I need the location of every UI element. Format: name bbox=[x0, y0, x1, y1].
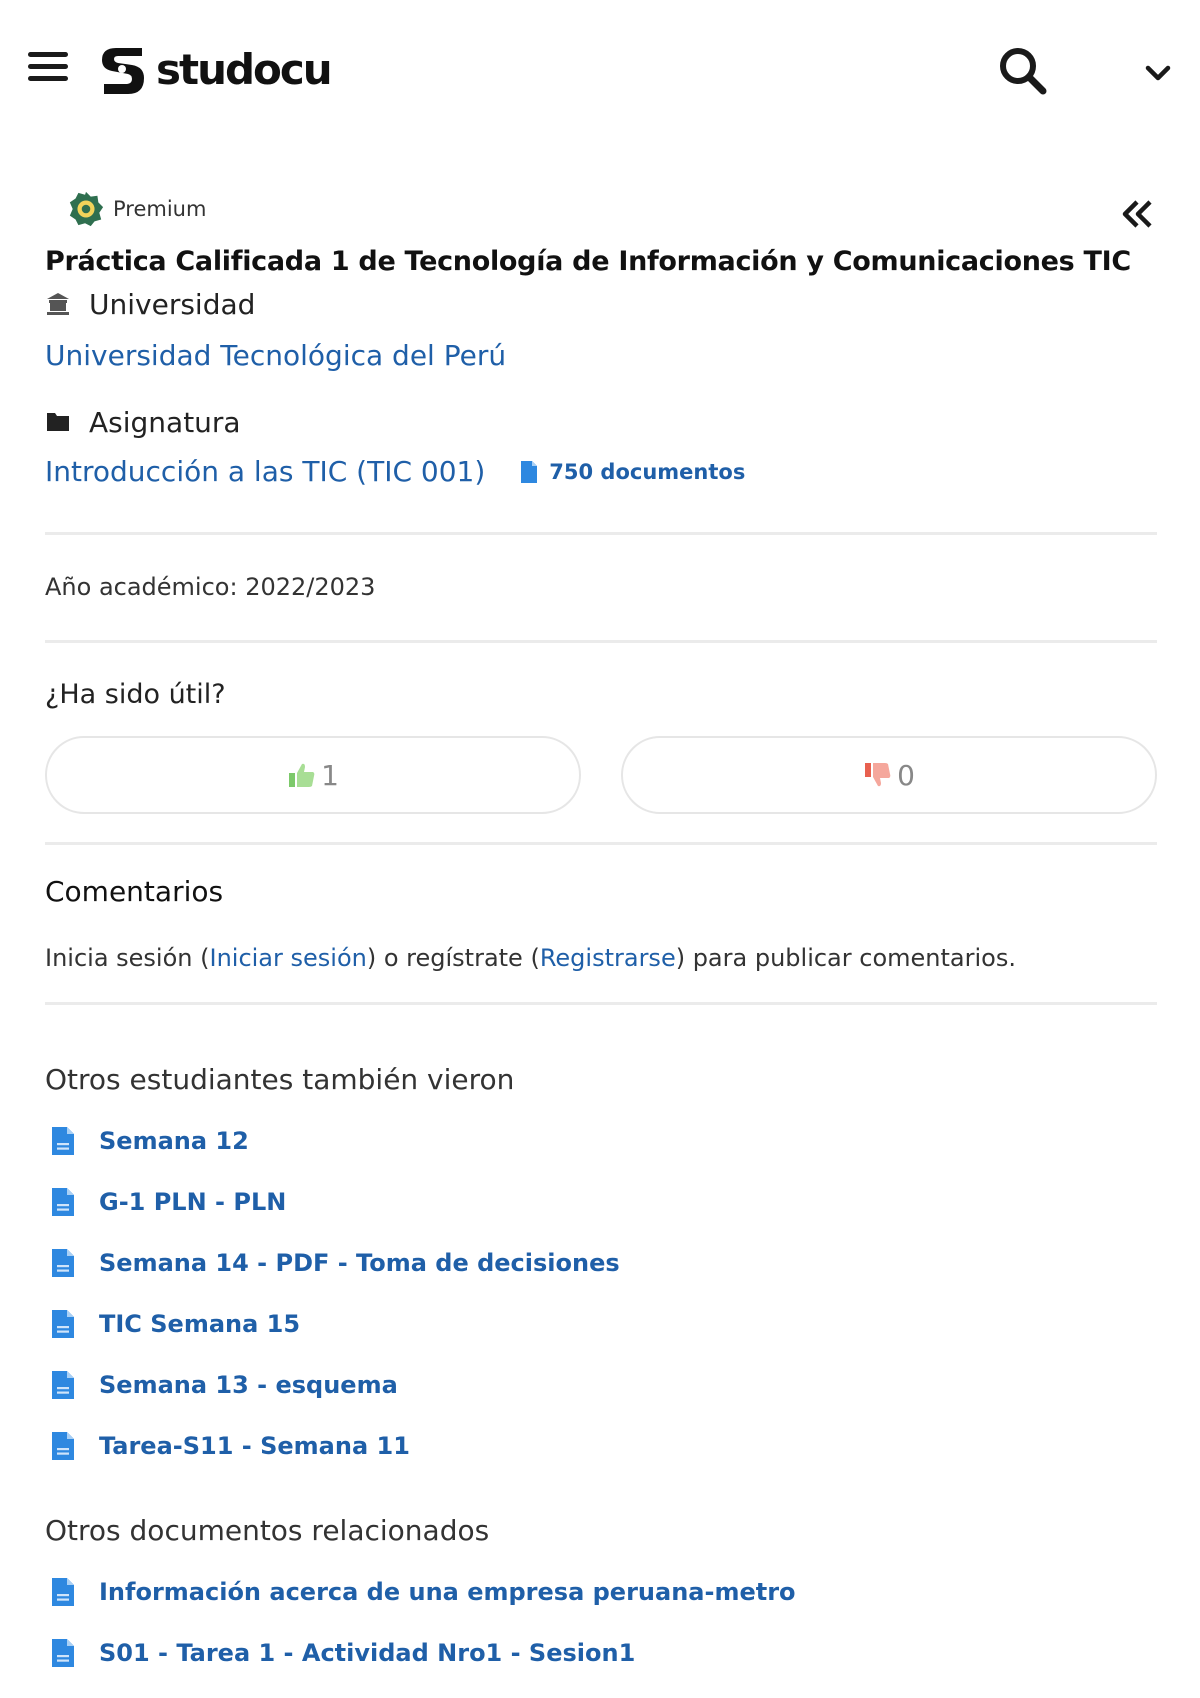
document-icon bbox=[52, 1638, 74, 1667]
divider bbox=[45, 842, 1157, 845]
university-label-row: Universidad bbox=[45, 282, 1157, 326]
list-item[interactable]: Tarea-S11 - Semana 11 bbox=[45, 1415, 1157, 1476]
brand-name: studocu bbox=[156, 44, 333, 94]
register-link[interactable]: Registrarse bbox=[540, 944, 676, 972]
thumbs-up-icon bbox=[289, 763, 315, 787]
login-link[interactable]: Iniciar sesión bbox=[209, 944, 366, 972]
comments-heading: Comentarios bbox=[45, 875, 224, 908]
helpful-question: ¿Ha sido útil? bbox=[45, 679, 226, 710]
collapse-sidebar-button[interactable] bbox=[1117, 194, 1157, 234]
divider bbox=[45, 1002, 1157, 1005]
double-chevron-left-icon bbox=[1122, 200, 1152, 228]
also-viewed-heading: Otros estudiantes también vieron bbox=[45, 1063, 515, 1096]
also-viewed-list: Semana 12 G-1 PLN - PLN Semana 14 - PDF … bbox=[45, 1110, 1157, 1476]
premium-row: Premium bbox=[45, 180, 1157, 242]
search-icon bbox=[1000, 48, 1047, 95]
like-button[interactable]: 1 bbox=[45, 736, 581, 814]
folder-icon bbox=[47, 413, 69, 431]
premium-label: Premium bbox=[113, 197, 207, 221]
vote-row: 1 0 bbox=[45, 736, 1157, 814]
like-count: 1 bbox=[321, 758, 339, 792]
list-item[interactable]: Información acerca de una empresa peruan… bbox=[45, 1561, 1157, 1622]
list-item[interactable]: Semana 14 - PDF - Toma de decisiones bbox=[45, 1232, 1157, 1293]
search-button[interactable] bbox=[996, 44, 1050, 98]
list-item[interactable]: G-1 PLN - PLN bbox=[45, 1171, 1157, 1232]
university-label: Universidad bbox=[89, 287, 256, 321]
document-icon bbox=[52, 1126, 74, 1155]
hamburger-menu-button[interactable] bbox=[28, 52, 68, 88]
list-item[interactable]: S01 - Tarea 1 - Actividad Nro1 - Sesion1 bbox=[45, 1622, 1157, 1683]
dislike-button[interactable]: 0 bbox=[621, 736, 1157, 814]
document-icon bbox=[52, 1370, 74, 1399]
course-label-row: Asignatura bbox=[45, 400, 1157, 444]
dislike-count: 0 bbox=[897, 758, 915, 792]
comments-login-prompt: Inicia sesión (Iniciar sesión) o regístr… bbox=[45, 944, 1016, 972]
document-icon bbox=[52, 1248, 74, 1277]
institution-icon bbox=[47, 293, 69, 315]
related-list: Información acerca de una empresa peruan… bbox=[45, 1561, 1157, 1683]
top-header: studocu bbox=[0, 0, 1200, 140]
document-icon bbox=[521, 461, 538, 483]
studocu-logo[interactable]: studocu bbox=[92, 38, 333, 100]
university-link[interactable]: Universidad Tecnológica del Perú bbox=[45, 332, 1157, 380]
list-item[interactable]: Semana 13 - esquema bbox=[45, 1354, 1157, 1415]
studocu-logo-icon bbox=[102, 48, 144, 94]
chevron-down-icon bbox=[1145, 65, 1171, 81]
document-icon bbox=[52, 1577, 74, 1606]
premium-badge: Premium bbox=[67, 190, 206, 228]
academic-year: Año académico: 2022/2023 bbox=[45, 573, 376, 601]
document-icon bbox=[52, 1187, 74, 1216]
course-doc-count-text: 750 documentos bbox=[549, 460, 746, 484]
related-heading: Otros documentos relacionados bbox=[45, 1514, 490, 1547]
course-link[interactable]: Introducción a las TIC (TIC 001) bbox=[45, 448, 485, 496]
document-title: Práctica Calificada 1 de Tecnología de I… bbox=[45, 246, 1131, 277]
document-icon bbox=[52, 1431, 74, 1460]
divider bbox=[45, 640, 1157, 643]
document-icon bbox=[52, 1309, 74, 1338]
list-item[interactable]: TIC Semana 15 bbox=[45, 1293, 1157, 1354]
account-dropdown-button[interactable] bbox=[1140, 58, 1176, 88]
premium-gear-icon bbox=[69, 191, 104, 227]
course-row: Introducción a las TIC (TIC 001) 750 doc… bbox=[45, 444, 1157, 500]
hamburger-icon bbox=[28, 52, 68, 57]
list-item[interactable]: Semana 12 bbox=[45, 1110, 1157, 1171]
course-label: Asignatura bbox=[89, 405, 241, 439]
thumbs-down-icon bbox=[865, 763, 891, 787]
document-sidebar: Premium Práctica Calificada 1 de Tecnolo… bbox=[45, 180, 1157, 1683]
course-doc-count[interactable]: 750 documentos bbox=[519, 460, 745, 484]
